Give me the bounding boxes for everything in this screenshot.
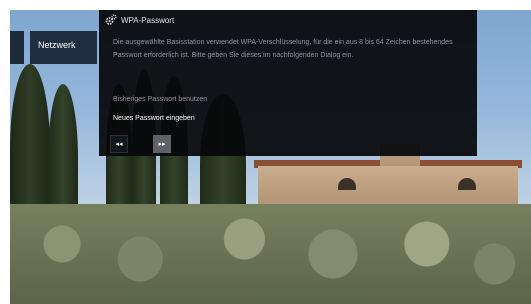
background-bushes (10, 204, 531, 304)
menu-item-label: Netzwerk (38, 40, 76, 50)
gear-icon (105, 14, 117, 26)
menu-item-netzwerk[interactable]: Netzwerk (30, 31, 97, 64)
wpa-password-dialog: WPA-Passwort Die ausgewählte Basisstatio… (99, 10, 477, 156)
building-window (458, 178, 476, 190)
rewind-icon: ◂◂ (115, 141, 123, 148)
dialog-description: Die ausgewählte Basisstation verwendet W… (113, 39, 453, 59)
option-keep-password[interactable]: Bisheriges Passwort benutzen (113, 96, 207, 103)
dialog-title: WPA-Passwort (121, 15, 175, 25)
building-window (338, 178, 356, 190)
option-new-password[interactable]: Neues Passwort eingeben (113, 115, 195, 122)
back-button[interactable]: ◂◂ (110, 135, 128, 153)
dialog-header: WPA-Passwort (105, 14, 174, 26)
next-button[interactable]: ▸▸ (153, 135, 171, 153)
fast-forward-icon: ▸▸ (158, 141, 166, 148)
menu-item-previous[interactable] (10, 31, 24, 64)
